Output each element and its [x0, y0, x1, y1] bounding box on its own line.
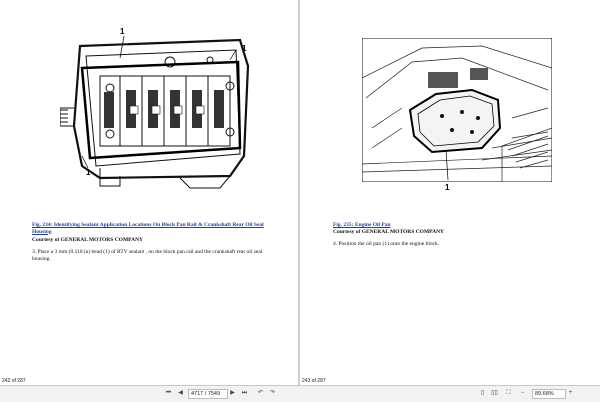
page-number: 243 of 287	[302, 378, 326, 384]
two-page-icon[interactable]: ▯▯	[490, 389, 499, 398]
callout-label: 1	[445, 183, 450, 192]
figure-link[interactable]: Fig. 234: Identifying Sealant Applicatio…	[32, 222, 284, 235]
page-number: 242 of 287	[2, 378, 26, 384]
last-page-icon[interactable]: ⏭	[240, 389, 249, 398]
left-page: 1 1 1 Fig. 234: Identifying Sealant Appl…	[0, 0, 298, 385]
next-page-icon[interactable]: ▶	[228, 389, 237, 398]
oil-pan-diagram	[362, 38, 552, 182]
forward-icon[interactable]: ↷	[268, 389, 277, 398]
back-icon[interactable]: ↶	[256, 389, 265, 398]
zoom-out-icon[interactable]: −	[518, 389, 527, 398]
prev-page-icon[interactable]: ◀	[176, 389, 185, 398]
callout-label: 1	[86, 168, 91, 177]
fit-icon[interactable]: ⛶	[504, 389, 513, 398]
figure-link[interactable]: Fig. 235: Engine Oil Pan	[333, 222, 391, 229]
callout-label: 1	[242, 44, 247, 53]
courtesy-text: Courtesy of GENERAL MOTORS COMPANY	[32, 237, 144, 243]
bottom-toolbar: ⏮ ◀ 4717 / 7549 ▶ ⏭ ↶ ↷ ▯ ▯▯ ⛶ − 89.68% …	[0, 385, 600, 402]
zoom-in-icon[interactable]: +	[566, 389, 575, 398]
courtesy-text: Courtesy of GENERAL MOTORS COMPANY	[333, 229, 445, 235]
callout-label: 1	[120, 27, 125, 36]
page-number-input[interactable]: 4717 / 7549	[188, 389, 228, 399]
step-text: 4. Position the oil pan (1) onto the eng…	[333, 241, 440, 247]
zoom-input[interactable]: 89.68%	[532, 389, 566, 399]
first-page-icon[interactable]: ⏮	[164, 389, 173, 398]
right-page: 1 Fig. 235: Engine Oil Pan Courtesy of G…	[300, 0, 600, 385]
step-text: 3. Place a 3 mm (0.118 in) bead (1) of R…	[32, 249, 263, 262]
single-page-icon[interactable]: ▯	[478, 389, 487, 398]
